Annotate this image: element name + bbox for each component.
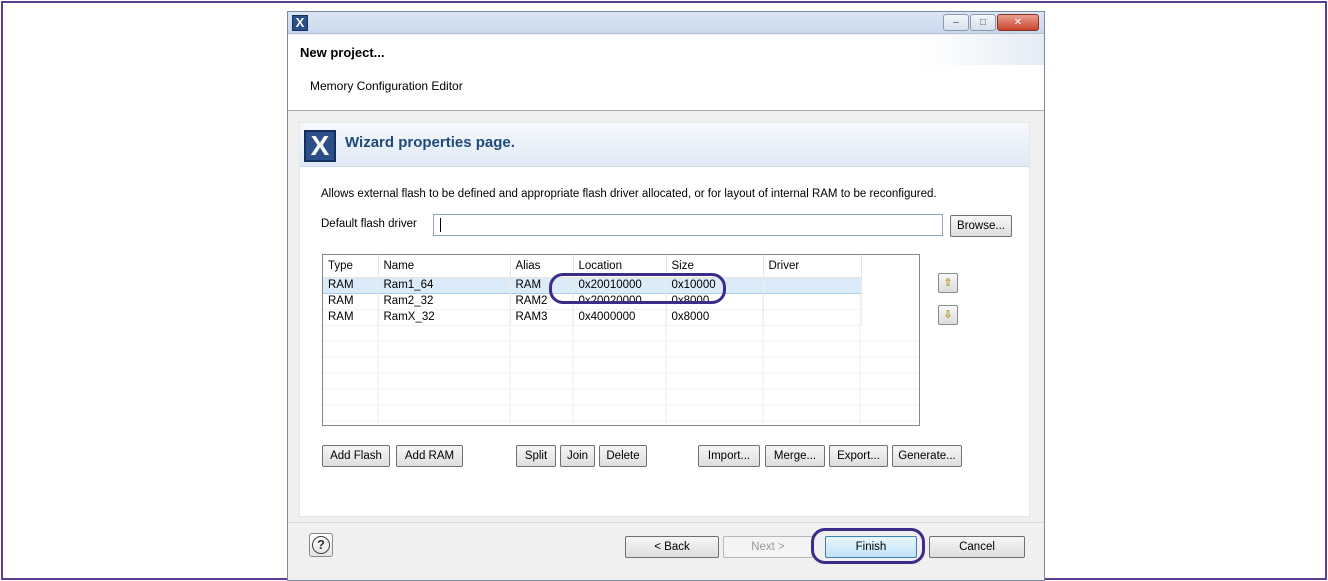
- wizard-banner: X Wizard properties page.: [300, 123, 1029, 167]
- help-button[interactable]: ?: [309, 533, 333, 557]
- description-text: Allows external flash to be defined and …: [321, 188, 937, 200]
- table-row[interactable]: RAM RamX_32 RAM3 0x4000000 0x8000: [323, 309, 862, 326]
- add-flash-button[interactable]: Add Flash: [322, 445, 390, 467]
- flash-driver-label: Default flash driver: [321, 218, 417, 230]
- maximize-button[interactable]: □: [970, 14, 996, 31]
- footer-separator: [288, 522, 1044, 523]
- minimize-button[interactable]: –: [943, 14, 969, 31]
- wizard-header: New project... Memory Configuration Edit…: [288, 35, 1044, 111]
- cell-driver[interactable]: [763, 309, 862, 326]
- cell-driver[interactable]: [763, 293, 862, 310]
- banner-title: Wizard properties page.: [345, 134, 515, 151]
- wizard-content: X Wizard properties page. Allows externa…: [299, 122, 1030, 517]
- cell-name[interactable]: Ram1_64: [378, 276, 511, 294]
- close-button[interactable]: ✕: [997, 14, 1039, 31]
- move-down-icon[interactable]: ⇩: [938, 305, 958, 325]
- wizard-window: X – □ ✕ New project... Memory Configurat…: [287, 11, 1045, 581]
- finish-highlight: [811, 528, 925, 564]
- split-button[interactable]: Split: [516, 445, 556, 467]
- window-controls: – □ ✕: [943, 14, 1039, 31]
- import-button[interactable]: Import...: [698, 445, 760, 467]
- column-header-driver[interactable]: Driver: [763, 255, 862, 278]
- cell-type[interactable]: RAM: [323, 293, 379, 310]
- cell-location[interactable]: 0x4000000: [573, 309, 667, 326]
- back-button[interactable]: < Back: [625, 536, 719, 558]
- app-logo-icon: X: [292, 15, 308, 31]
- cell-name[interactable]: RamX_32: [378, 309, 511, 326]
- help-icon: ?: [312, 536, 330, 554]
- generate-button[interactable]: Generate...: [892, 445, 962, 467]
- wizard-logo-icon: X: [304, 130, 336, 162]
- header-decoration: [924, 35, 1044, 65]
- join-button[interactable]: Join: [560, 445, 595, 467]
- add-ram-button[interactable]: Add RAM: [396, 445, 463, 467]
- cell-name[interactable]: Ram2_32: [378, 293, 511, 310]
- move-up-icon[interactable]: ⇧: [938, 273, 958, 293]
- cell-alias[interactable]: RAM3: [510, 309, 574, 326]
- location-size-highlight: [549, 273, 726, 304]
- column-header-name[interactable]: Name: [378, 255, 511, 278]
- title-bar[interactable]: X – □ ✕: [288, 12, 1044, 34]
- cancel-button[interactable]: Cancel: [929, 536, 1025, 558]
- cell-type[interactable]: RAM: [323, 309, 379, 326]
- merge-button[interactable]: Merge...: [765, 445, 825, 467]
- export-button[interactable]: Export...: [829, 445, 888, 467]
- cell-size[interactable]: 0x8000: [666, 309, 764, 326]
- text-caret: [440, 218, 441, 232]
- delete-button[interactable]: Delete: [599, 445, 647, 467]
- cell-type[interactable]: RAM: [323, 276, 379, 294]
- flash-driver-input[interactable]: [433, 214, 943, 236]
- cell-driver[interactable]: [763, 276, 862, 294]
- page-subtitle: Memory Configuration Editor: [310, 79, 463, 93]
- next-button[interactable]: Next >: [723, 536, 813, 558]
- browse-button[interactable]: Browse...: [950, 215, 1012, 237]
- column-header-type[interactable]: Type: [323, 255, 379, 278]
- page-title: New project...: [300, 45, 385, 60]
